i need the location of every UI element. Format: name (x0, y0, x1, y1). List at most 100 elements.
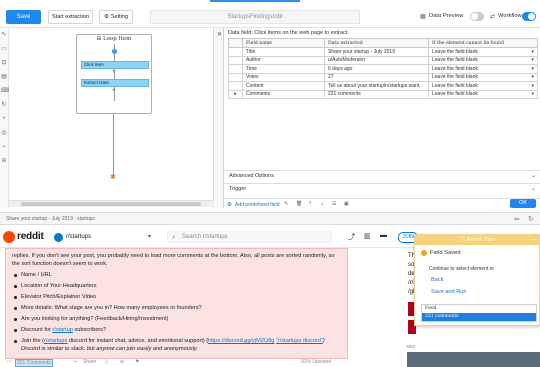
advanced-options-section[interactable]: Advanced Options ⌄ (224, 170, 540, 181)
extract-data-node[interactable]: Extract Data (81, 79, 149, 87)
list-item-selected[interactable]: 221 comments (422, 313, 536, 321)
browser-tab-title[interactable]: Share your startup - July 2019 : startup… (6, 216, 95, 222)
screenshot-icon[interactable]: ▣ (344, 201, 349, 207)
hover-icon[interactable]: ◎ (1, 130, 7, 136)
extract-icon[interactable]: ▤ (1, 74, 7, 80)
field-name-cell[interactable]: Content (242, 81, 325, 91)
discord-link[interactable]: https://discord.gg/yjMZU8g (208, 338, 275, 344)
data-preview-toggle[interactable] (470, 12, 484, 21)
canvas-horizontal-scrollbar[interactable] (9, 200, 214, 207)
branch-icon[interactable]: ⑂ (1, 116, 7, 122)
edit-icon[interactable]: ✎ (284, 201, 288, 207)
ad-image[interactable] (407, 352, 540, 367)
collapse-icon[interactable]: — (530, 235, 536, 245)
click-icon[interactable]: ⊡ (1, 60, 7, 66)
add-step-icon[interactable]: + (112, 69, 116, 75)
data-field-panel: Data field: Click items on the web page … (224, 28, 540, 208)
splitter[interactable]: ✕ (215, 28, 224, 208)
click-item-node[interactable]: Click Item (81, 61, 149, 69)
field-name-cell[interactable]: Comments (242, 89, 325, 99)
data-preview-label: Data Preview (429, 13, 464, 19)
save-and-run-option[interactable]: Save and Run (431, 289, 466, 295)
table-row[interactable]: Time 6 days ago Leave the field blank ▾ (228, 64, 538, 74)
save-post-icon[interactable]: ▯ (105, 359, 108, 365)
subreddit-link[interactable]: r/startup (52, 327, 73, 333)
save-button[interactable]: Save (6, 10, 41, 24)
dropdown-arrow-icon[interactable]: ▾ (531, 83, 534, 89)
task-name-field[interactable]: StartupsFindingsrobl (150, 10, 360, 24)
dropdown-arrow-icon[interactable]: ▾ (531, 49, 534, 55)
add-predefined-field-link[interactable]: Add predefined field (235, 202, 279, 208)
row-select-cell[interactable] (228, 81, 243, 91)
stats-icon[interactable]: ▥ (364, 232, 371, 240)
reddit-wordmark[interactable]: reddit (17, 231, 44, 242)
add-step-icon[interactable]: + (112, 88, 116, 94)
loop-item-block[interactable]: ⊟ Loop Item Click Item + Extract Data + (76, 34, 152, 114)
row-select-cell[interactable] (228, 72, 243, 82)
row-select-cell[interactable] (228, 47, 243, 57)
not-found-option-cell[interactable]: Leave the field blank ▾ (428, 64, 538, 74)
link-icon[interactable]: ⌁ (1, 144, 7, 150)
field-name-cell[interactable]: Time (242, 64, 325, 74)
dropdown-arrow-icon[interactable]: ▾ (531, 66, 534, 72)
workflow-toggle[interactable] (522, 12, 536, 21)
row-select-cell[interactable] (228, 55, 243, 65)
not-found-option-cell[interactable]: Leave the field blank ▾ (428, 47, 538, 57)
back-option[interactable]: Back (431, 277, 443, 283)
list-header: Field (425, 306, 437, 311)
scrollbar-thumb[interactable] (21, 202, 201, 206)
table-row[interactable]: Content Tell us about your startupIn/star… (228, 81, 538, 91)
report-icon[interactable]: ⚑ (135, 359, 139, 365)
back-icon[interactable]: ⇐ (514, 213, 520, 226)
delete-icon[interactable]: 🗑 (296, 201, 302, 207)
columns-icon[interactable]: ☰ (332, 201, 336, 207)
share-icon[interactable]: ↪ (73, 359, 77, 365)
move-down-icon[interactable]: ⇣ (320, 201, 324, 207)
page-icon[interactable]: ▭ (1, 46, 7, 52)
top-toolbar: Save Start extraction ⚙ Setting Startups… (0, 0, 540, 28)
field-name-cell[interactable]: Votes (242, 72, 325, 82)
move-up-icon[interactable]: ⇡ (308, 201, 312, 207)
close-icon[interactable]: ✕ (217, 31, 222, 38)
trigger-section[interactable]: Trigger ⌄ (224, 183, 540, 194)
collapse-icon[interactable]: ⊟ (97, 36, 102, 42)
ok-button[interactable]: OK (510, 199, 536, 208)
workflow-label: Workflow (498, 13, 522, 19)
reddit-logo-icon[interactable] (3, 231, 15, 243)
row-select-cell[interactable]: ▸ (228, 89, 243, 99)
loop-icon[interactable]: ↻ (1, 102, 7, 108)
field-name-cell[interactable]: Title (242, 47, 325, 57)
end-icon[interactable]: ⊖ (1, 158, 7, 164)
discord-title-link[interactable]: "r/startups discord" (276, 338, 323, 344)
comments-count[interactable]: 221 Comments (15, 359, 53, 367)
field-name-cell[interactable]: Author (242, 55, 325, 65)
add-field-icon[interactable]: ⊕ (227, 201, 232, 208)
row-select-cell[interactable] (228, 64, 243, 74)
not-found-option-cell[interactable]: Leave the field blank ▾ (428, 89, 538, 99)
workflow-canvas[interactable]: ⊟ Loop Item Click Item + Extract Data + … (9, 28, 214, 208)
list-item-join: Join the (r/startups discord for instant… (12, 336, 341, 353)
dropdown-arrow-icon[interactable]: ▾ (531, 74, 534, 80)
chevron-down-icon[interactable]: ▾ (148, 233, 151, 240)
cursor-icon[interactable]: ↖ (1, 32, 7, 38)
table-row[interactable]: ▸ Comments 221 comments Leave the field bla… (228, 89, 538, 99)
table-row[interactable]: Author u/AutoModerator Leave the field bla… (228, 55, 538, 65)
table-row[interactable]: Votes 27 Leave the field blank ▾ (228, 72, 538, 82)
hide-icon[interactable]: ⊘ (120, 359, 124, 365)
input-icon[interactable]: ⌨ (1, 88, 10, 94)
share-label[interactable]: Share (83, 359, 96, 365)
trending-icon[interactable]: ⤴ (348, 232, 355, 242)
search-input[interactable]: ⌕ Search r/startups (167, 231, 332, 243)
not-found-option-cell[interactable]: Leave the field blank ▾ (428, 72, 538, 82)
start-extraction-button[interactable]: Start extraction (48, 10, 93, 24)
subreddit-name[interactable]: r/startups (66, 234, 91, 240)
dropdown-arrow-icon[interactable]: ▾ (531, 91, 534, 97)
dropdown-arrow-icon[interactable]: ▾ (531, 57, 534, 63)
not-found-option-cell[interactable]: Leave the field blank ▾ (428, 81, 538, 91)
table-row[interactable]: Title Share your startup - July 2019 Leave… (228, 47, 538, 57)
setting-button[interactable]: ⚙ Setting (99, 10, 133, 24)
refresh-icon[interactable]: ↻ (528, 213, 534, 226)
video-icon[interactable]: ▬ (380, 232, 387, 239)
subreddit-link[interactable]: r/startups (44, 338, 67, 344)
not-found-option-cell[interactable]: Leave the field blank ▾ (428, 55, 538, 65)
